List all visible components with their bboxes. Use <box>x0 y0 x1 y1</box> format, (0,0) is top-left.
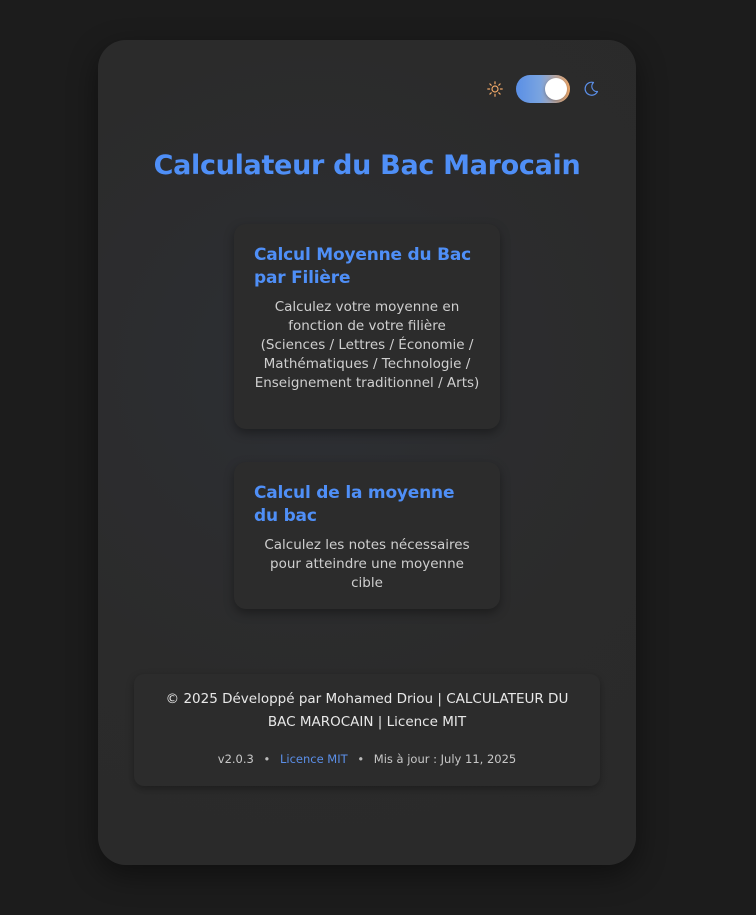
separator: • <box>357 752 365 766</box>
license-link[interactable]: Licence MIT <box>280 752 348 766</box>
card-title: Calcul Moyenne du Bac par Filière <box>254 245 472 288</box>
card-description: Calculez les notes nécessaires pour atte… <box>264 537 470 591</box>
card-moyenne-filiere[interactable]: Calcul Moyenne du Bac par Filière Calcul… <box>234 224 500 429</box>
theme-toggle <box>486 75 600 103</box>
theme-switch[interactable] <box>516 75 570 103</box>
sun-icon <box>486 80 504 98</box>
footer-meta: v2.0.3 • Licence MIT • Mis à jour : July… <box>134 752 600 766</box>
footer: © 2025 Développé par Mohamed Driou | CAL… <box>134 674 600 786</box>
theme-switch-knob <box>545 78 567 100</box>
card-description: Calculez votre moyenne en fonction de vo… <box>254 299 480 391</box>
separator: • <box>263 752 271 766</box>
card-moyenne-bac[interactable]: Calcul de la moyenne du bac Calculez les… <box>234 462 500 609</box>
footer-copyright: © 2025 Développé par Mohamed Driou | CAL… <box>165 691 569 730</box>
page-title: Calculateur du Bac Marocain <box>153 150 581 181</box>
card-title: Calcul de la moyenne du bac <box>254 483 455 526</box>
updated-label: Mis à jour : July 11, 2025 <box>373 752 517 766</box>
moon-icon <box>582 80 600 98</box>
version-label: v2.0.3 <box>217 752 254 766</box>
